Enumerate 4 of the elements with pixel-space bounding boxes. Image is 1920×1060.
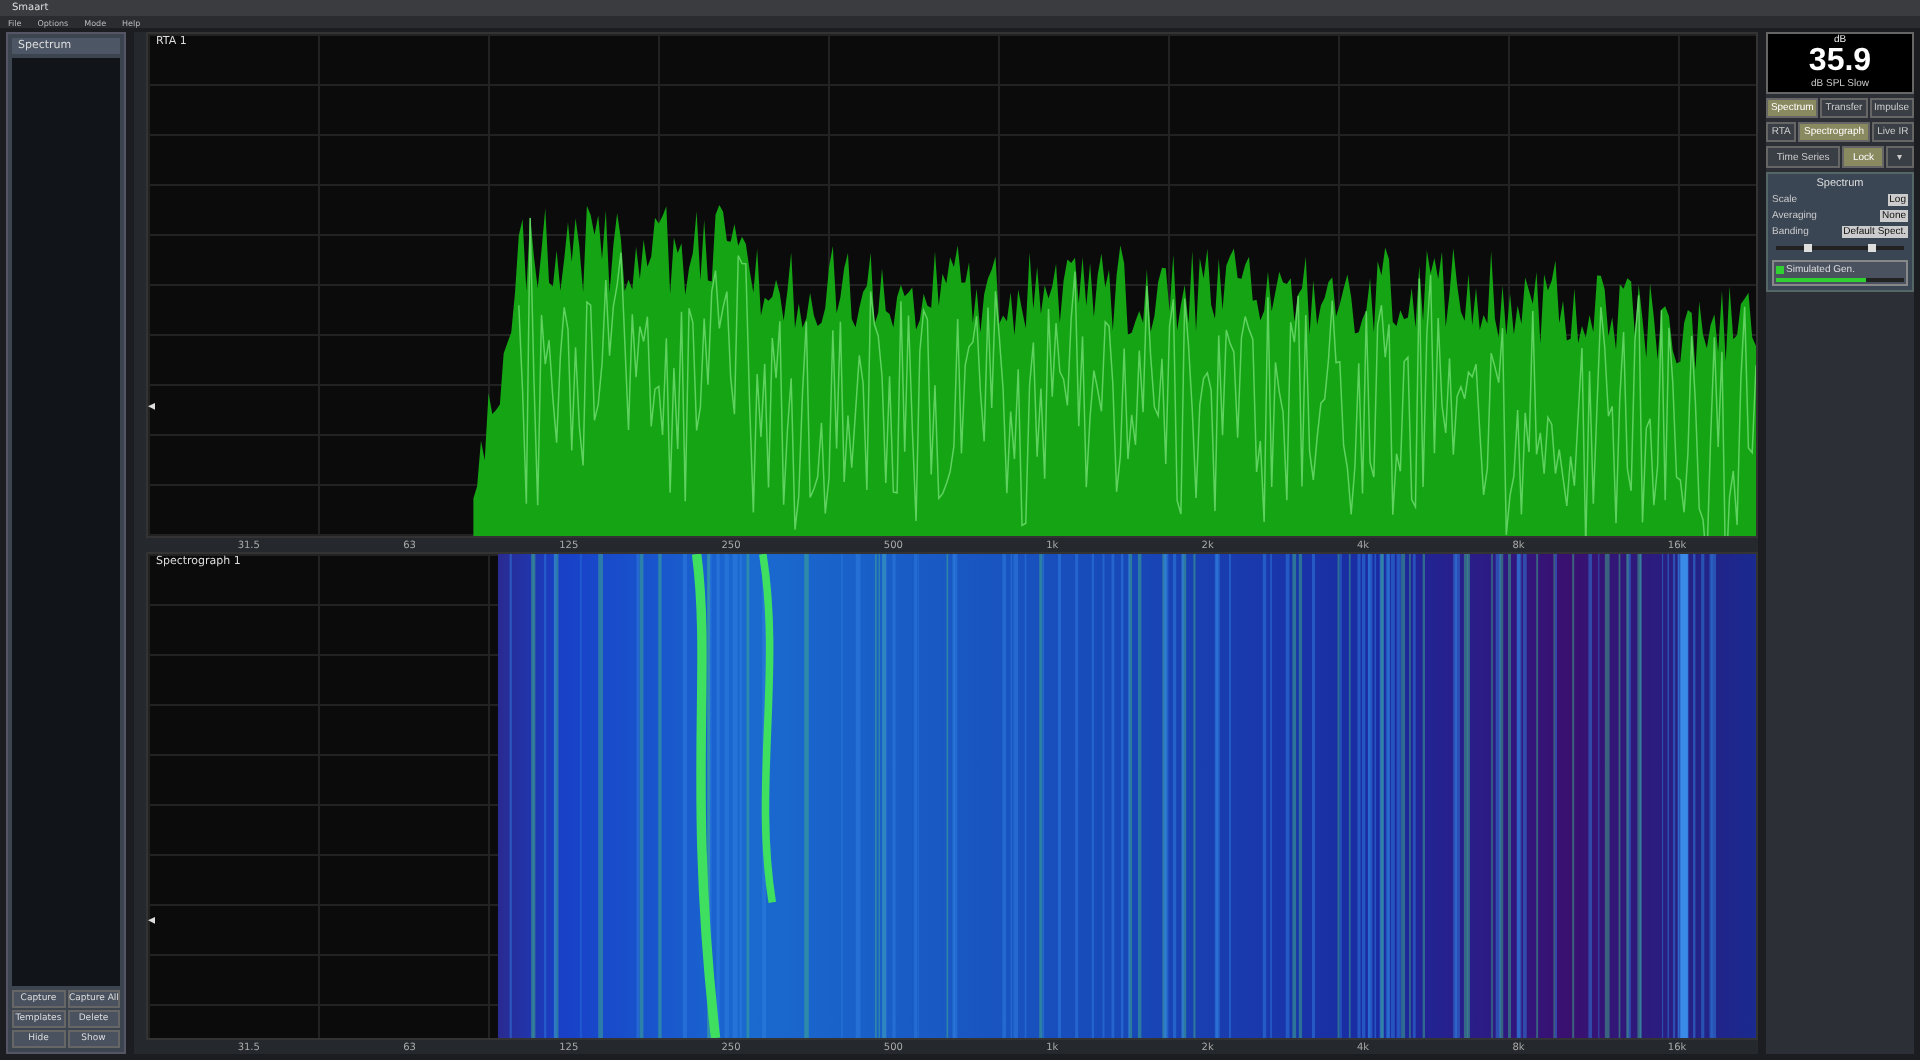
slider-thumb[interactable] xyxy=(1804,244,1812,252)
slider-thumb[interactable] xyxy=(1868,244,1876,252)
status-led-icon xyxy=(1776,266,1784,274)
meter-reading: 35.9 xyxy=(1808,46,1872,78)
